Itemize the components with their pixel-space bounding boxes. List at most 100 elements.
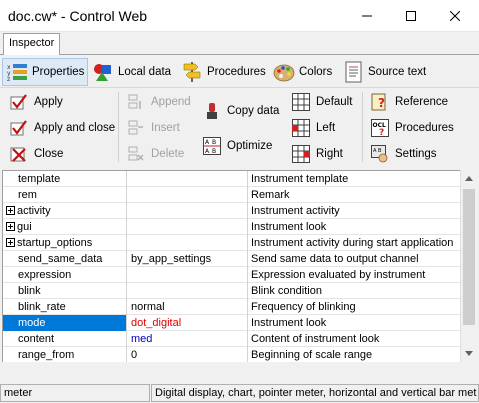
properties-icon: x y z [7, 64, 27, 83]
property-value[interactable]: med [127, 331, 248, 347]
property-name: send_same_data [3, 251, 127, 267]
property-description: Instrument template [251, 173, 349, 185]
default-label: Default [316, 96, 353, 108]
property-name: expression [3, 267, 127, 283]
optimize-button[interactable]: A B A B Optimize [203, 134, 272, 158]
close-icon [450, 11, 460, 21]
table-row[interactable]: content med Content of instrument look [3, 331, 460, 347]
table-row[interactable]: startup_options Instrument activity duri… [3, 235, 460, 251]
minimize-icon [362, 15, 372, 17]
scroll-up-button[interactable] [461, 170, 477, 187]
property-value[interactable] [127, 267, 248, 283]
property-value[interactable] [127, 187, 248, 203]
settings-button[interactable]: A B Settings [371, 142, 437, 166]
table-row[interactable]: expression Expression evaluated by instr… [3, 267, 460, 283]
procedures-button[interactable]: OCL ? Procedures [371, 116, 454, 140]
table-row[interactable]: send_same_data by_app_settings Send same… [3, 251, 460, 267]
property-value[interactable]: dot_digital [127, 315, 248, 331]
apply-and-close-label: Apply and close [34, 122, 116, 134]
apply-button[interactable]: Apply [10, 90, 63, 114]
table-row[interactable]: rem Remark [3, 187, 460, 203]
delete-label: Delete [151, 148, 185, 160]
property-value[interactable]: 0 [127, 347, 248, 362]
svg-text:B: B [212, 148, 216, 155]
table-row[interactable]: gui Instrument look [3, 219, 460, 235]
left-label: Left [316, 122, 336, 134]
apply-and-close-button[interactable]: Apply and close [10, 116, 115, 140]
property-description: Blink condition [251, 285, 322, 297]
table-row[interactable]: blink Blink condition [3, 283, 460, 299]
status-description: Digital display, chart, pointer meter, h… [151, 384, 479, 402]
property-description: Instrument activity [251, 205, 340, 217]
table-row-selected[interactable]: mode dot_digital Instrument look [3, 315, 460, 331]
property-description: Beginning of scale range [251, 349, 373, 361]
property-value[interactable]: by_app_settings [127, 251, 248, 267]
table-row[interactable]: blink_rate normal Frequency of blinking [3, 299, 460, 315]
chevron-down-icon [465, 351, 473, 356]
insert-icon [128, 120, 143, 135]
copy-data-icon [207, 103, 217, 119]
grid-default-icon [292, 93, 310, 111]
view-source-text[interactable]: Source text [342, 58, 426, 86]
property-description: Content of instrument look [251, 333, 380, 345]
property-name: blink [3, 283, 127, 299]
expand-icon[interactable] [6, 238, 15, 247]
scrollbar-thumb[interactable] [463, 189, 475, 325]
vertical-scrollbar[interactable] [460, 170, 477, 362]
table-row[interactable]: activity Instrument activity [3, 203, 460, 219]
right-button[interactable]: Right [292, 142, 343, 166]
property-description: Frequency of blinking [251, 301, 356, 313]
minimize-button[interactable] [345, 0, 389, 32]
delete-icon [128, 146, 144, 161]
grid-left-icon [292, 119, 310, 137]
view-properties-label: Properties [32, 66, 85, 78]
svg-text:?: ? [379, 128, 384, 137]
close-window-button[interactable] [433, 0, 477, 32]
left-button[interactable]: Left [292, 116, 335, 140]
svg-text:z: z [7, 76, 10, 83]
property-description: Expression evaluated by instrument [251, 269, 426, 281]
property-description: Remark [251, 189, 290, 201]
reference-icon: ? [371, 93, 386, 111]
local-data-icon [94, 64, 111, 81]
property-value[interactable] [127, 203, 248, 219]
expand-icon[interactable] [6, 206, 15, 215]
check-icon [10, 94, 27, 110]
property-value[interactable] [127, 235, 248, 251]
property-name: rem [3, 187, 127, 203]
default-button[interactable]: Default [292, 90, 352, 114]
property-name-cell: gui [3, 219, 127, 235]
tab-inspector[interactable]: Inspector [3, 33, 61, 56]
title-bar: doc.cw* - Control Web [0, 0, 479, 32]
insert-button[interactable]: Insert [127, 116, 180, 140]
copy-data-label: Copy data [227, 105, 280, 117]
property-value[interactable]: normal [127, 299, 248, 315]
property-value[interactable] [127, 219, 248, 235]
svg-text:B: B [212, 139, 216, 146]
view-colors[interactable]: Colors [273, 58, 332, 86]
close-button[interactable]: Close [10, 142, 63, 166]
apply-label: Apply [34, 96, 63, 108]
copy-data-button[interactable]: Copy data [203, 99, 279, 123]
property-value[interactable] [127, 283, 248, 299]
palette-icon [273, 64, 295, 82]
table-row[interactable]: template Instrument template [3, 171, 460, 187]
reference-button[interactable]: ? Reference [371, 90, 448, 114]
view-properties[interactable]: x y z Properties [2, 58, 88, 86]
scroll-down-button[interactable] [461, 345, 477, 362]
toolbar: Apply Apply and close Close Append Inser… [0, 88, 479, 168]
property-value[interactable] [127, 171, 248, 187]
maximize-button[interactable] [389, 0, 433, 32]
property-name-cell: startup_options [3, 235, 127, 251]
append-button[interactable]: Append [127, 90, 191, 114]
property-description: Instrument activity during start applica… [251, 237, 454, 249]
delete-button[interactable]: Delete [127, 142, 184, 166]
expand-icon[interactable] [6, 222, 15, 231]
property-name: blink_rate [3, 299, 127, 315]
view-procedures[interactable]: Procedures [181, 58, 266, 86]
view-local-data[interactable]: Local data [92, 58, 171, 86]
table-row[interactable]: range_from 0 Beginning of scale range [3, 347, 460, 362]
property-name: template [3, 171, 127, 187]
right-label: Right [316, 148, 343, 160]
settings-label: Settings [395, 148, 437, 160]
